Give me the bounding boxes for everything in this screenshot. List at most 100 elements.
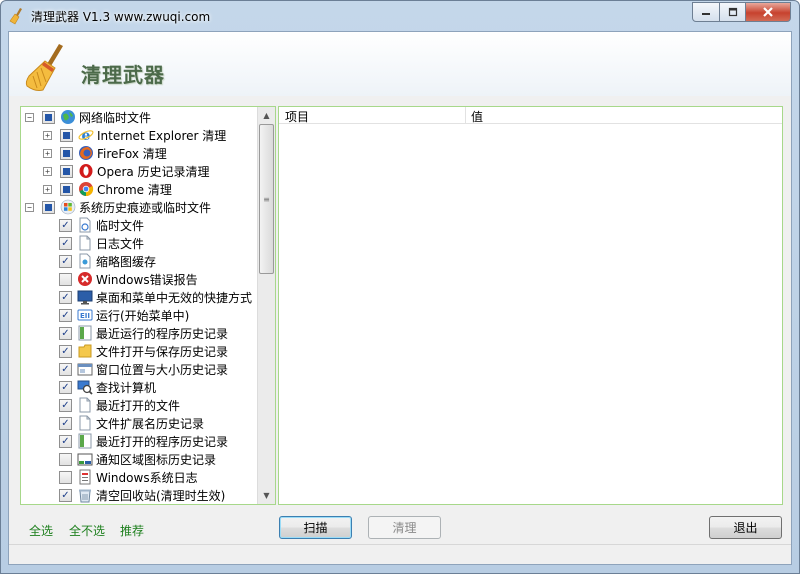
collapse-icon[interactable]: − [25,202,34,212]
tree-item-checkbox[interactable] [42,110,55,124]
tree-item-label: 窗口位置与大小历史记录 [96,362,229,377]
cleanup-tree[interactable]: − 网络临时文件 + e Internet Explorer 清理 + FireFox 清理… [20,106,276,505]
tree-item-checkbox[interactable] [59,452,72,466]
tree-item[interactable]: ✓ 临时文件 [59,216,275,234]
tree-item-checkbox[interactable]: ✓ [59,254,72,268]
tree-item[interactable]: ✓ 清空回收站(清理时生效) [59,486,275,504]
syslog-icon [77,469,93,485]
tree-item-checkbox[interactable]: ✓ [59,488,72,502]
recommend-link[interactable]: 推荐 [120,522,144,539]
header-banner: 清理武器 [9,32,791,96]
tree-item[interactable]: Windows系统日志 [59,468,275,486]
document-icon [77,397,93,413]
tree-item-label: 最近打开的程序历史记录 [96,434,229,449]
list-header: 项目 值 [279,107,782,124]
recycle-bin-icon [77,487,93,503]
tree-item[interactable]: − 系统历史痕迹或临时文件 [25,198,261,216]
chrome-icon [78,181,94,197]
expand-icon[interactable]: + [43,148,52,158]
tree-item[interactable]: ✓ 最近运行的程序历史记录 [59,324,275,342]
close-icon [763,7,773,17]
tree-item-checkbox[interactable] [59,272,72,286]
tree-item[interactable]: Windows错误报告 [59,270,275,288]
tree-scrollbar[interactable]: ▲ ≡ ▼ [257,107,275,504]
tree-item[interactable]: − 网络临时文件 [25,108,261,126]
tree-item-checkbox[interactable]: ✓ [59,236,72,250]
tree-item-label: Windows系统日志 [96,470,198,485]
tree-item[interactable]: + e Internet Explorer 清理 [43,126,275,144]
folder-icon [77,343,93,359]
tree-item-label: 查找计算机 [96,380,157,395]
windows-icon [60,199,76,215]
tree-item-checkbox[interactable] [60,182,73,196]
tree-item[interactable]: ✓ 桌面和菜单中无效的快捷方式 [59,288,275,306]
program-icon [77,433,93,449]
tree-item[interactable]: + Chrome 清理 [43,180,275,198]
select-none-link[interactable]: 全不选 [69,522,105,539]
tree-item[interactable]: ✓ 日志文件 [59,234,275,252]
status-bar [9,544,791,564]
scroll-down-arrow-icon[interactable]: ▼ [258,487,275,504]
tree-item[interactable]: ✓ 窗口位置与大小历史记录 [59,360,275,378]
tree-item-checkbox[interactable]: ✓ [59,218,72,232]
run-icon: EII [77,307,93,323]
result-list[interactable]: 项目 值 [278,106,783,505]
tree-item[interactable]: ✓ EII 运行(开始菜单中) [59,306,275,324]
tree-item-label: 文件打开与保存历史记录 [96,344,229,359]
expand-icon[interactable]: + [43,184,52,194]
tree-item[interactable]: ✓ 最近打开的程序历史记录 [59,432,275,450]
tree-item-checkbox[interactable] [42,200,55,214]
column-header-value[interactable]: 值 [471,108,483,125]
tree-item-checkbox[interactable] [59,470,72,484]
tree-item-checkbox[interactable] [60,164,73,178]
maximize-button[interactable] [719,2,746,22]
collapse-icon[interactable]: − [25,112,34,122]
svg-text:EII: EII [80,312,90,320]
tree-item-label: Windows错误报告 [96,272,198,287]
tree-item-checkbox[interactable]: ✓ [59,290,72,304]
program-icon [77,325,93,341]
tray-icon [77,451,93,467]
tree-item[interactable]: ✓ 文件扩展名历史记录 [59,414,275,432]
tree-item-checkbox[interactable]: ✓ [59,344,72,358]
app-window: 清理武器 V1.3 www.zwuqi.com 清理武器 − 网络临时文件 + e In… [0,0,800,574]
clean-button[interactable]: 清理 [368,516,441,539]
tree-item-checkbox[interactable]: ✓ [59,362,72,376]
scan-button[interactable]: 扫描 [279,516,352,539]
scroll-thumb[interactable]: ≡ [259,124,274,274]
scroll-up-arrow-icon[interactable]: ▲ [258,107,275,124]
select-all-link[interactable]: 全选 [29,522,53,539]
globe-icon [60,109,76,125]
exit-button[interactable]: 退出 [709,516,782,539]
tree-item[interactable]: ✓ 最近打开的文件 [59,396,275,414]
tree-item-checkbox[interactable]: ✓ [59,326,72,340]
expand-icon[interactable]: + [43,166,52,176]
tree-item-checkbox[interactable]: ✓ [59,416,72,430]
column-header-item[interactable]: 项目 [285,108,309,125]
tree-item-checkbox[interactable]: ✓ [59,398,72,412]
close-button[interactable] [745,2,791,22]
tree-item-checkbox[interactable]: ✓ [59,434,72,448]
tree-item[interactable]: ✓ 查找计算机 [59,378,275,396]
temp-file-icon [77,217,93,233]
tree-item-label: 运行(开始菜单中) [96,308,190,323]
minimize-icon [702,13,710,15]
tree-item-label: Opera 历史记录清理 [97,164,210,179]
tree-item-label: 最近运行的程序历史记录 [96,326,229,341]
tree-item-label: Chrome 清理 [97,182,172,197]
tree-item-label: 文件扩展名历史记录 [96,416,205,431]
client-area: 清理武器 − 网络临时文件 + e Internet Explorer 清理 + FireF… [8,31,792,565]
tree-item[interactable]: 通知区域图标历史记录 [59,450,275,468]
title-bar[interactable]: 清理武器 V1.3 www.zwuqi.com [1,1,799,31]
tree-item-checkbox[interactable]: ✓ [59,380,72,394]
tree-item[interactable]: + FireFox 清理 [43,144,275,162]
column-separator[interactable] [465,107,466,124]
tree-item[interactable]: ✓ 缩略图缓存 [59,252,275,270]
tree-item-checkbox[interactable] [60,146,73,160]
tree-item-checkbox[interactable] [60,128,73,142]
tree-item-checkbox[interactable]: ✓ [59,308,72,322]
tree-item[interactable]: + Opera 历史记录清理 [43,162,275,180]
expand-icon[interactable]: + [43,130,52,140]
minimize-button[interactable] [692,2,720,22]
tree-item[interactable]: ✓ 文件打开与保存历史记录 [59,342,275,360]
